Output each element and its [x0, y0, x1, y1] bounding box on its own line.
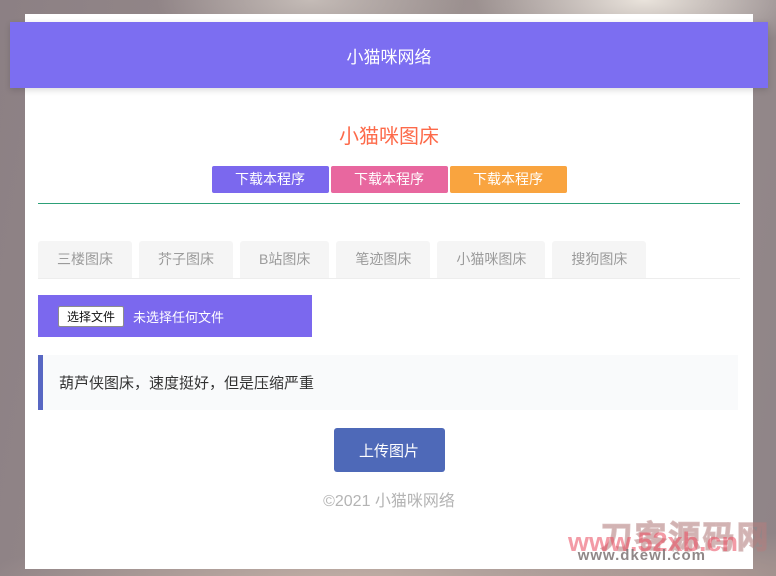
tab-bzhan[interactable]: B站图床 [240, 241, 329, 278]
note-text: 葫芦侠图床，速度挺好，但是压缩严重 [59, 372, 314, 393]
page-background: { "header": { "title": "小猫咪网络" }, "main"… [0, 0, 776, 576]
note-box: 葫芦侠图床，速度挺好，但是压缩严重 [38, 355, 738, 410]
download-button-pink[interactable]: 下载本程序 [331, 166, 448, 193]
site-title: 小猫咪网络 [347, 43, 432, 68]
download-button-row: 下载本程序 下载本程序 下载本程序 [25, 166, 753, 193]
header-ribbon: 小猫咪网络 [10, 22, 768, 88]
copyright-text: ©2021 小猫咪网络 [25, 487, 753, 511]
upload-button[interactable]: 上传图片 [334, 428, 445, 472]
tab-sanlou[interactable]: 三楼图床 [38, 241, 132, 278]
tab-biji[interactable]: 笔迹图床 [336, 241, 430, 278]
tab-xiaomaomi[interactable]: 小猫咪图床 [437, 241, 545, 278]
content-card: 小猫咪图床 下载本程序 下载本程序 下载本程序 三楼图床 芥子图床 B站图床 笔… [25, 14, 753, 569]
page-title: 小猫咪图床 [25, 120, 753, 149]
tab-sougou[interactable]: 搜狗图床 [552, 241, 646, 278]
file-status-text: 未选择任何文件 [133, 307, 224, 326]
upload-button-row: 上传图片 [25, 428, 753, 472]
tab-jiezi[interactable]: 芥子图床 [139, 241, 233, 278]
download-button-purple[interactable]: 下载本程序 [212, 166, 329, 193]
choose-file-button[interactable]: 选择文件 [58, 306, 124, 327]
green-divider [38, 203, 740, 204]
file-input-strip: 选择文件 未选择任何文件 [38, 295, 312, 337]
tab-bar: 三楼图床 芥子图床 B站图床 笔迹图床 小猫咪图床 搜狗图床 [38, 241, 740, 279]
download-button-orange[interactable]: 下载本程序 [450, 166, 567, 193]
